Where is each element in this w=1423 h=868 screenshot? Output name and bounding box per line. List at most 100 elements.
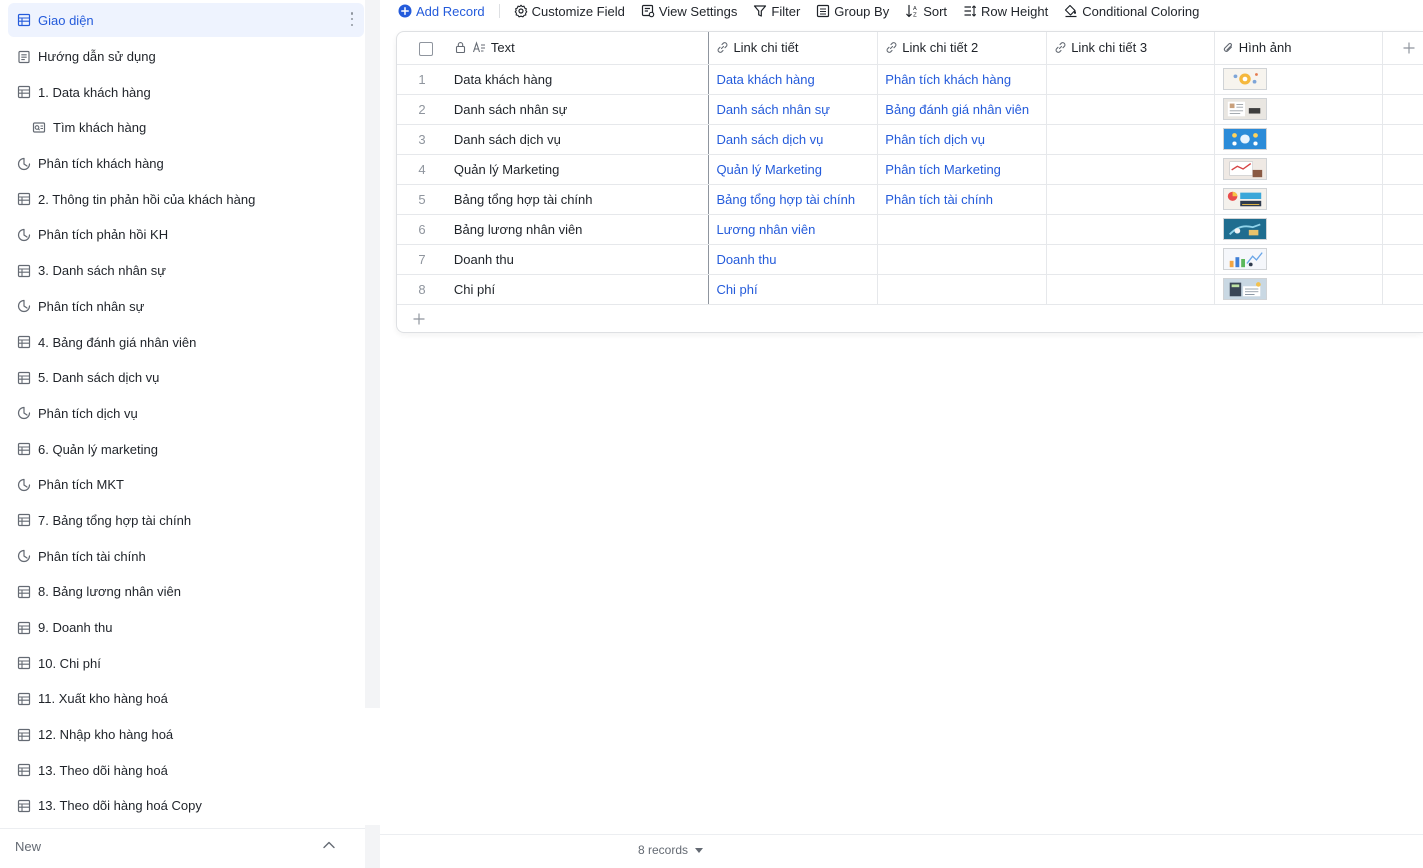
- sidebar-item[interactable]: Phân tích khách hàng: [8, 146, 364, 182]
- select-all-cell[interactable]: [397, 32, 447, 65]
- column-header-link-3[interactable]: Link chi tiết 3: [1046, 32, 1215, 65]
- sidebar-item[interactable]: Phân tích nhân sự: [8, 289, 364, 325]
- sidebar-item[interactable]: Phân tích phản hồi KH: [8, 217, 364, 253]
- select-all-checkbox[interactable]: [419, 41, 433, 56]
- table-row[interactable]: 3 Danh sách dịch vụ Danh sách dịch vụ Phân …: [397, 124, 1423, 155]
- finance-charts-thumbnail[interactable]: [1222, 188, 1267, 210]
- link-cell[interactable]: Danh sách dịch vụ: [708, 124, 879, 155]
- sidebar-item[interactable]: Hướng dẫn sử dụng: [8, 39, 364, 75]
- customize-field-button[interactable]: Customize Field: [514, 1, 625, 21]
- sidebar-item[interactable]: 12. Nhập kho hàng hoá: [8, 717, 364, 753]
- sidebar-item[interactable]: Phân tích tài chính: [8, 538, 364, 574]
- link-cell[interactable]: [877, 214, 1048, 245]
- link-cell[interactable]: [1046, 214, 1215, 245]
- table-row[interactable]: 4 Quản lý Marketing Quản lý Marketing Phân …: [397, 154, 1423, 185]
- chevron-up-icon[interactable]: [322, 838, 336, 852]
- sidebar-item[interactable]: Giao diện: [8, 3, 364, 37]
- link-cell[interactable]: Quản lý Marketing: [708, 154, 879, 185]
- link-cell[interactable]: [1046, 184, 1215, 215]
- sidebar-scrollbar-track[interactable]: [365, 0, 380, 708]
- text-cell[interactable]: Chi phí: [446, 274, 710, 305]
- link-cell[interactable]: [1046, 94, 1215, 125]
- image-cell[interactable]: [1214, 274, 1383, 305]
- image-cell[interactable]: [1214, 154, 1383, 185]
- sidebar-item[interactable]: 7. Bảng tổng hợp tài chính: [8, 503, 364, 539]
- row-height-button[interactable]: Row Height: [963, 1, 1048, 21]
- sidebar-item[interactable]: 10. Chi phí: [8, 645, 364, 681]
- salary-thumbnail[interactable]: [1222, 218, 1267, 240]
- sidebar-item[interactable]: Tìm khách hàng: [8, 110, 364, 146]
- service-icons-thumbnail[interactable]: [1222, 128, 1267, 150]
- image-cell[interactable]: [1214, 184, 1383, 215]
- more-options-icon[interactable]: [350, 12, 354, 26]
- text-cell[interactable]: Data khách hàng: [446, 64, 710, 95]
- add-row-plus-icon[interactable]: [412, 312, 426, 326]
- link-cell[interactable]: [1046, 124, 1215, 155]
- link-cell[interactable]: Lương nhân viên: [708, 214, 879, 245]
- image-cell[interactable]: [1214, 94, 1383, 125]
- column-header-text[interactable]: Text: [446, 32, 710, 65]
- table-row[interactable]: 2 Danh sách nhân sự Danh sách nhân sự Bảng …: [397, 94, 1423, 125]
- link-cell[interactable]: Chi phí: [708, 274, 879, 305]
- filter-button[interactable]: Filter: [753, 1, 800, 21]
- column-header-link-2[interactable]: Link chi tiết 2: [877, 32, 1048, 65]
- link-cell[interactable]: [1046, 244, 1215, 275]
- text-cell[interactable]: Bảng lương nhân viên: [446, 214, 710, 245]
- link-cell[interactable]: [1046, 154, 1215, 185]
- new-section-label[interactable]: New: [15, 839, 41, 854]
- column-header-image[interactable]: Hình ảnh: [1214, 32, 1383, 65]
- link-cell[interactable]: Doanh thu: [708, 244, 879, 275]
- sidebar-item[interactable]: 4. Bảng đánh giá nhân viên: [8, 324, 364, 360]
- link-cell[interactable]: Phân tích Marketing: [877, 154, 1048, 185]
- link-cell[interactable]: [877, 244, 1048, 275]
- sidebar-item[interactable]: Phân tích MKT: [8, 467, 364, 503]
- table-row[interactable]: 8 Chi phí Chi phí: [397, 274, 1423, 305]
- text-cell[interactable]: Danh sách nhân sự: [446, 94, 710, 125]
- add-field-button[interactable]: [1382, 32, 1423, 65]
- text-cell[interactable]: Bảng tổng hợp tài chính: [446, 184, 710, 215]
- costs-calculator-thumbnail[interactable]: [1222, 278, 1267, 300]
- sort-button[interactable]: AZ Sort: [905, 1, 947, 21]
- revenue-thumbnail[interactable]: [1222, 248, 1267, 270]
- link-cell[interactable]: Phân tích tài chính: [877, 184, 1048, 215]
- link-cell[interactable]: Phân tích khách hàng: [877, 64, 1048, 95]
- table-row[interactable]: 1 Data khách hàng Data khách hàng Phân tích…: [397, 64, 1423, 95]
- sidebar-item[interactable]: 8. Bảng lương nhân viên: [8, 574, 364, 610]
- text-cell[interactable]: Doanh thu: [446, 244, 710, 275]
- link-cell[interactable]: Data khách hàng: [708, 64, 879, 95]
- link-cell[interactable]: Bảng đánh giá nhân viên: [877, 94, 1048, 125]
- sidebar-item[interactable]: 11. Xuất kho hàng hoá: [8, 681, 364, 717]
- view-settings-button[interactable]: View Settings: [641, 1, 737, 21]
- add-record-button[interactable]: Add Record: [398, 1, 485, 21]
- sidebar-item[interactable]: 9. Doanh thu: [8, 610, 364, 646]
- sidebar-item[interactable]: 13. Theo dõi hàng hoá: [8, 752, 364, 788]
- image-cell[interactable]: [1214, 124, 1383, 155]
- text-cell[interactable]: Danh sách dịch vụ: [446, 124, 710, 155]
- text-cell[interactable]: Quản lý Marketing: [446, 154, 710, 185]
- sidebar-item[interactable]: Phân tích dịch vụ: [8, 396, 364, 432]
- column-header-link-1[interactable]: Link chi tiết: [708, 32, 879, 65]
- link-cell[interactable]: [877, 274, 1048, 305]
- marketing-thumbnail[interactable]: [1222, 158, 1267, 180]
- image-cell[interactable]: [1214, 214, 1383, 245]
- conditional-coloring-button[interactable]: Conditional Coloring: [1064, 1, 1199, 21]
- link-cell[interactable]: Bảng tổng hợp tài chính: [708, 184, 879, 215]
- gear-people-thumbnail[interactable]: [1222, 68, 1267, 90]
- link-cell[interactable]: [1046, 64, 1215, 95]
- image-cell[interactable]: [1214, 244, 1383, 275]
- sidebar-item[interactable]: 1. Data khách hàng: [8, 74, 364, 110]
- link-cell[interactable]: Danh sách nhân sự: [708, 94, 879, 125]
- sidebar-item[interactable]: 13. Theo dõi hàng hoá Copy: [8, 788, 364, 824]
- resume-thumbnail[interactable]: [1222, 98, 1267, 120]
- link-cell[interactable]: Phân tích dịch vụ: [877, 124, 1048, 155]
- link-cell[interactable]: [1046, 274, 1215, 305]
- table-row[interactable]: 7 Doanh thu Doanh thu: [397, 244, 1423, 275]
- table-row[interactable]: 6 Bảng lương nhân viên Lương nhân viên: [397, 214, 1423, 245]
- sidebar-item[interactable]: 2. Thông tin phản hồi của khách hàng: [8, 181, 364, 217]
- records-count-selector[interactable]: 8 records: [638, 843, 704, 857]
- sidebar-item[interactable]: 3. Danh sách nhân sự: [8, 253, 364, 289]
- sidebar-item[interactable]: 5. Danh sách dịch vụ: [8, 360, 364, 396]
- image-cell[interactable]: [1214, 64, 1383, 95]
- table-row[interactable]: 5 Bảng tổng hợp tài chính Bảng tổng hợp tà…: [397, 184, 1423, 215]
- sidebar-item[interactable]: 6. Quản lý marketing: [8, 431, 364, 467]
